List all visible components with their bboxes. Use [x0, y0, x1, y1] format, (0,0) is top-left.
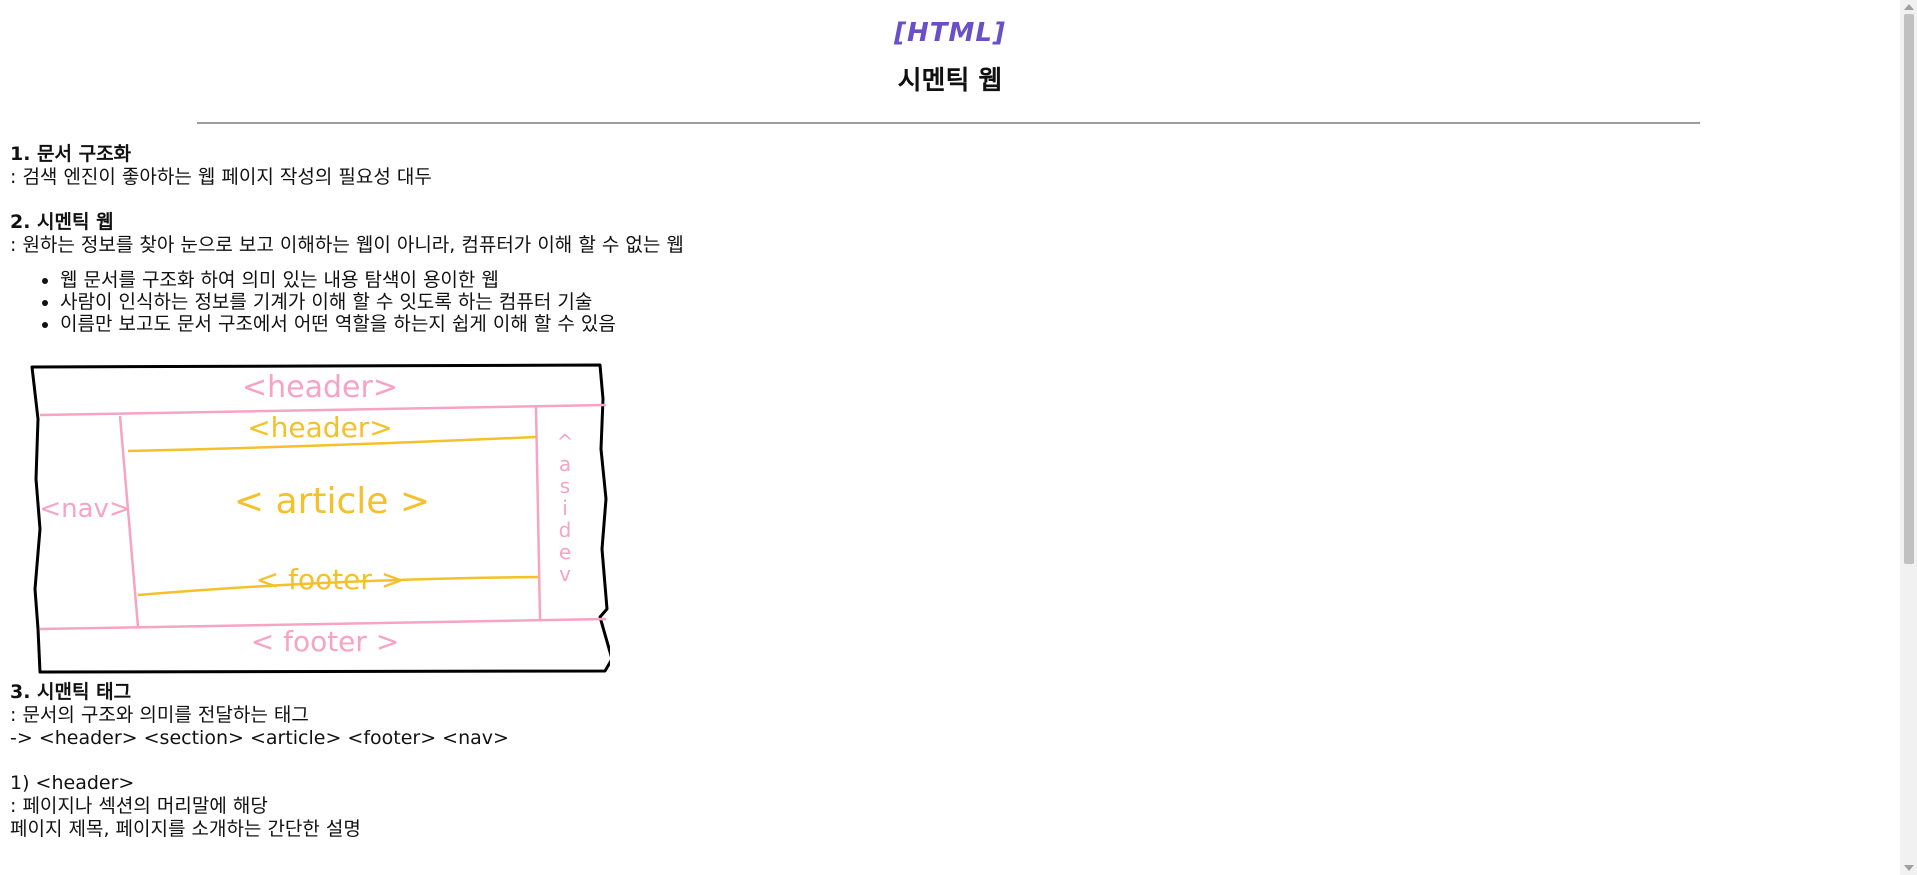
list-item: 사람이 인식하는 정보를 기계가 이해 할 수 잇도록 하는 컴퓨터 기술 — [60, 291, 1610, 313]
section-1-text: : 검색 엔진이 좋아하는 웹 페이지 작성의 필요성 대두 — [10, 166, 432, 188]
page: [HTML] 시멘틱 웹 1. 문서 구조화 : 검색 엔진이 좋아하는 웹 페… — [0, 0, 1900, 875]
scrollbar-thumb[interactable] — [1904, 14, 1914, 564]
section-2-list: 웹 문서를 구조화 하여 의미 있는 내용 탐색이 용이한 웹 사람이 인식하는… — [10, 269, 1610, 335]
aside-letter: d — [559, 518, 572, 542]
aside-letter: a — [559, 452, 571, 476]
label-inner-footer: < footer > — [256, 563, 405, 596]
aside-letter: i — [562, 496, 568, 520]
page-title: 시멘틱 웹 — [897, 66, 1003, 96]
semantic-layout-diagram: <header> <header> < article > < footer >… — [30, 363, 610, 674]
label-outer-header: <header> — [242, 370, 398, 405]
header-tag-detail: 페이지 제목, 페이지를 소개하는 간단한 설명 — [10, 818, 361, 840]
page-tag: [HTML] — [894, 18, 1006, 48]
list-item: 이름만 보고도 문서 구조에서 어떤 역할을 하는지 쉽게 이해 할 수 있음 — [60, 313, 1610, 335]
section-2-text: : 원하는 정보를 찾아 눈으로 보고 이해하는 웹이 아니라, 컴퓨터가 이해… — [10, 234, 684, 256]
label-article: < article > — [234, 481, 430, 522]
list-item: 웹 문서를 구조화 하여 의미 있는 내용 탐색이 용이한 웹 — [60, 269, 1610, 291]
aside-letter: s — [560, 474, 570, 498]
pink-line-right — [534, 406, 542, 620]
scroll-up-icon[interactable] — [1904, 4, 1914, 10]
aside-letter: e — [559, 540, 571, 564]
divider — [197, 122, 1700, 124]
main-content: 1. 문서 구조화 : 검색 엔진이 좋아하는 웹 페이지 작성의 필요성 대두… — [10, 143, 1610, 841]
section-3-text: : 문서의 구조와 의미를 전달하는 태그 — [10, 704, 309, 726]
label-outer-footer: < footer > — [251, 625, 400, 658]
section-3-tags: -> <header> <section> <article> <footer>… — [10, 727, 509, 749]
section-2-heading: 2. 시멘틱 웹 — [10, 211, 114, 233]
section-1-heading: 1. 문서 구조화 — [10, 143, 132, 165]
label-inner-header: <header> — [247, 411, 393, 444]
header-tag-heading: 1) <header> — [10, 772, 135, 794]
aside-letter: ^ — [557, 430, 574, 454]
label-aside: ^ a s i d e v — [557, 430, 574, 586]
vertical-scrollbar[interactable] — [1900, 0, 1917, 875]
label-nav: <nav> — [39, 494, 130, 524]
aside-letter: v — [559, 562, 571, 586]
header-tag-desc: : 페이지나 섹션의 머리말에 해당 — [10, 795, 268, 817]
scroll-down-icon[interactable] — [1904, 865, 1914, 871]
section-3-heading: 3. 시맨틱 태그 — [10, 681, 132, 703]
